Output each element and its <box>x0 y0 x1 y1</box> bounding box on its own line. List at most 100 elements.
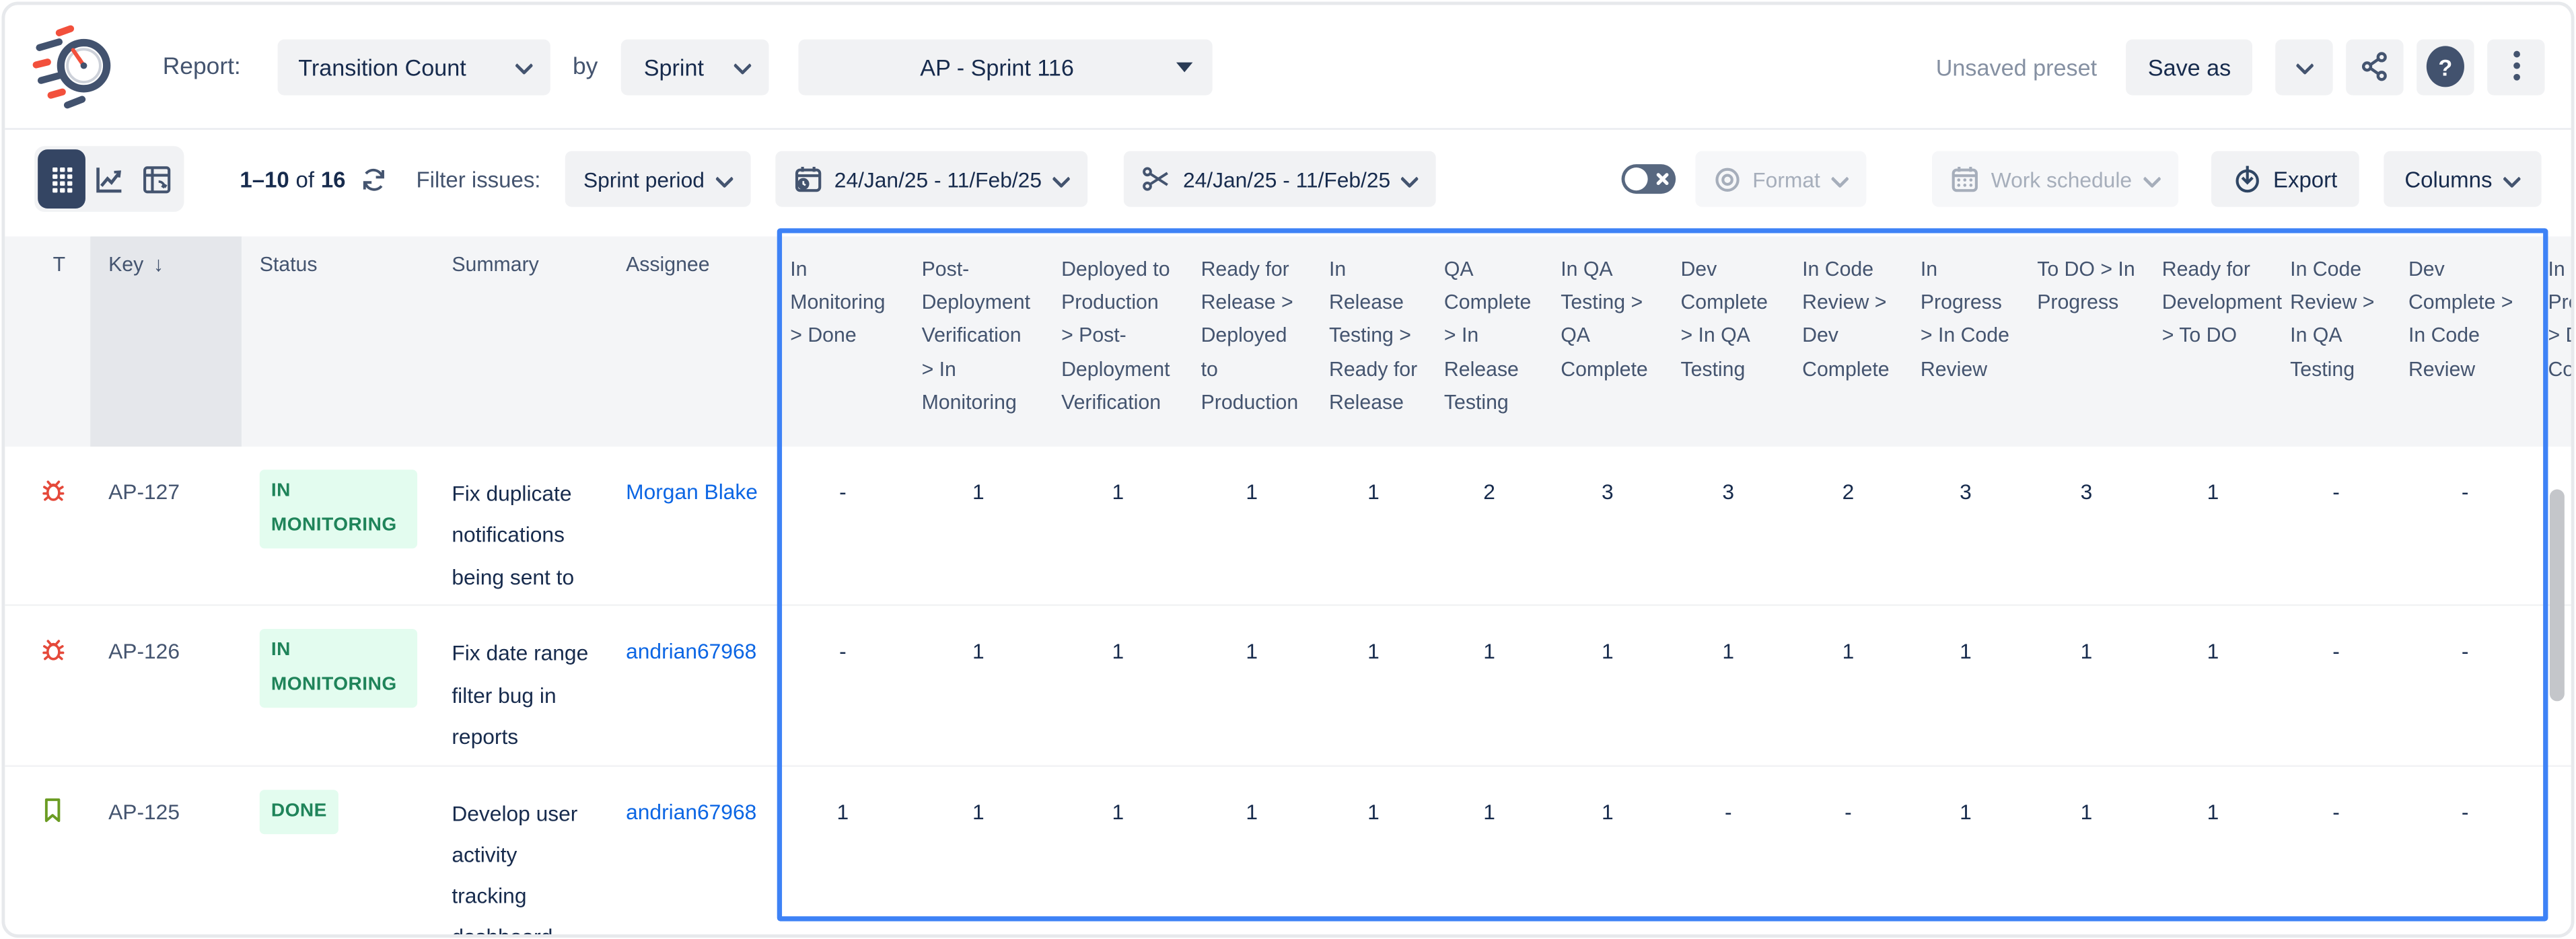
format-button[interactable]: Format <box>1695 151 1866 207</box>
vertical-scrollbar[interactable] <box>2550 490 2565 702</box>
value-cell: 3 <box>1548 447 1668 504</box>
value-cell: 1 <box>1188 766 1316 823</box>
share-button[interactable] <box>2346 38 2403 94</box>
story-icon <box>40 796 66 832</box>
value-cell: 3 <box>2024 447 2149 504</box>
key-header-label: Key <box>108 253 143 276</box>
table-row: AP-127IN MONITORINGFix duplicate notific… <box>5 447 2571 607</box>
column-header-transition-1[interactable]: In Monitoring > Done <box>777 237 908 447</box>
pagination-info: 1–10 of 16 <box>240 167 345 192</box>
column-header-summary[interactable]: Summary <box>452 253 538 276</box>
more-button[interactable] <box>2487 38 2544 94</box>
toggle-x-icon <box>1655 172 1669 186</box>
chevron-down-icon <box>2143 172 2159 186</box>
scissors-icon <box>1142 164 1172 194</box>
save-as-button[interactable]: Save as <box>2126 38 2252 94</box>
group-by-value: Sprint <box>644 53 704 79</box>
chevron-down-icon <box>2296 59 2312 74</box>
toolbar: 1–10 of 16 Filter issues: Sprint period <box>5 131 2571 227</box>
column-header-transition-8[interactable]: Dev Complete > In QA Testing <box>1668 237 1789 447</box>
issue-summary: Develop user activity tracking dashboard <box>452 792 596 934</box>
save-as-dropdown-button[interactable] <box>2275 38 2332 94</box>
column-header-transition-15[interactable]: In Progress > Dev Complete <box>2535 237 2571 447</box>
preset-status: Unsaved preset <box>1936 53 2097 79</box>
table-row: AP-125DONEDevelop user activity tracking… <box>5 766 2571 934</box>
chevron-down-icon <box>1053 172 1069 186</box>
sprint-select[interactable]: AP - Sprint 116 <box>798 38 1212 94</box>
refresh-button[interactable] <box>360 165 388 193</box>
help-button[interactable]: ? <box>2417 38 2474 94</box>
pagination-range: 1–10 <box>240 167 289 192</box>
target-icon <box>1713 165 1742 193</box>
chart-view-button[interactable] <box>85 149 133 209</box>
pivot-view-button[interactable] <box>133 149 181 209</box>
assignee-link[interactable]: Morgan Blake <box>626 480 758 504</box>
column-header-transition-9[interactable]: In Code Review > Dev Complete <box>1789 237 1908 447</box>
issue-key: AP-126 <box>108 639 180 664</box>
value-cell: 1 <box>1789 607 1908 664</box>
columns-button[interactable]: Columns <box>2384 151 2542 207</box>
work-schedule-button[interactable]: Work schedule <box>1932 151 2178 207</box>
value-cell: - <box>2395 766 2535 823</box>
work-schedule-label: Work schedule <box>1991 167 2132 192</box>
filter-issues-label: Filter issues: <box>416 167 540 192</box>
dropdown-triangle-icon <box>1176 62 1192 72</box>
value-cell: 1 <box>1316 766 1431 823</box>
value-cell: 1 <box>908 447 1048 504</box>
value-cell: 1 <box>908 607 1048 664</box>
toggle-knob <box>1624 167 1647 190</box>
issue-summary: Fix date range filter bug in reports <box>452 633 596 757</box>
value-cell: 3 <box>1668 447 1789 504</box>
value-row: -11111111111-- <box>777 607 2571 664</box>
value-cell: - <box>2395 447 2535 504</box>
column-header-transition-10[interactable]: In Progress > In Code Review <box>1907 237 2024 447</box>
chevron-down-icon <box>2504 172 2520 186</box>
value-cell: 1 <box>1316 447 1431 504</box>
column-header-key[interactable]: Key ↓ <box>108 253 164 276</box>
help-icon: ? <box>2427 46 2464 87</box>
status-badge: IN MONITORING <box>260 630 417 708</box>
toggle-switch[interactable] <box>1621 164 1676 194</box>
group-by-select[interactable]: Sprint <box>621 38 769 94</box>
column-header-transition-13[interactable]: In Code Review > In QA Testing <box>2277 237 2396 447</box>
column-header-transition-4[interactable]: Ready for Release > Deployed to Producti… <box>1188 237 1316 447</box>
sprint-value: AP - Sprint 116 <box>818 53 1176 79</box>
column-header-transition-7[interactable]: In QA Testing > QA Complete <box>1548 237 1668 447</box>
column-header-transition-3[interactable]: Deployed to Production > Post-Deployment… <box>1048 237 1188 447</box>
value-cell: - <box>1668 766 1789 823</box>
date-range-button[interactable]: 24/Jan/25 - 11/Feb/25 <box>775 151 1087 207</box>
column-header-transition-14[interactable]: Dev Complete > In Code Review <box>2395 237 2535 447</box>
refresh-icon <box>360 165 388 193</box>
columns-label: Columns <box>2404 167 2492 192</box>
column-header-transition-11[interactable]: To DO > In Progress <box>2024 237 2149 447</box>
share-icon <box>2359 51 2390 82</box>
report-select[interactable]: Transition Count <box>277 38 550 94</box>
column-header-transition-6[interactable]: QA Complete > In Release Testing <box>1431 237 1547 447</box>
issue-key: AP-127 <box>108 480 180 504</box>
value-cell: - <box>2395 607 2535 664</box>
column-header-type[interactable]: T <box>34 253 83 276</box>
table-body: AP-127IN MONITORINGFix duplicate notific… <box>5 447 2571 934</box>
app-card: Report: Transition Count by Sprint AP - … <box>1 1 2574 938</box>
column-header-transition-5[interactable]: In Release Testing > Ready for Release <box>1316 237 1431 447</box>
report-label: Report: <box>163 53 241 79</box>
assignee-link[interactable]: andrian67968 <box>626 639 756 664</box>
filter-type-select[interactable]: Sprint period <box>565 151 750 207</box>
date-range-value: 24/Jan/25 - 11/Feb/25 <box>834 167 1042 192</box>
value-cell: 1 <box>2149 766 2277 823</box>
trim-range-value: 24/Jan/25 - 11/Feb/25 <box>1183 167 1390 192</box>
value-row: -11112332331-- <box>777 447 2571 504</box>
table-header: T Key ↓ Status Summary Assignee In Monit… <box>5 237 2571 447</box>
value-cell: 1 <box>1907 607 2024 664</box>
column-header-assignee[interactable]: Assignee <box>626 253 709 276</box>
column-header-transition-12[interactable]: Ready for Development > To DO <box>2149 237 2277 447</box>
pivot-view-icon <box>141 163 172 194</box>
report-value: Transition Count <box>298 53 466 79</box>
table-view-button[interactable] <box>38 149 85 209</box>
sort-desc-icon: ↓ <box>153 253 164 276</box>
column-header-status[interactable]: Status <box>260 253 318 276</box>
export-button[interactable]: Export <box>2211 151 2359 207</box>
assignee-link[interactable]: andrian67968 <box>626 799 756 824</box>
trim-range-button[interactable]: 24/Jan/25 - 11/Feb/25 <box>1124 151 1436 207</box>
column-header-transition-2[interactable]: Post-Deployment Verification > In Monito… <box>908 237 1048 447</box>
